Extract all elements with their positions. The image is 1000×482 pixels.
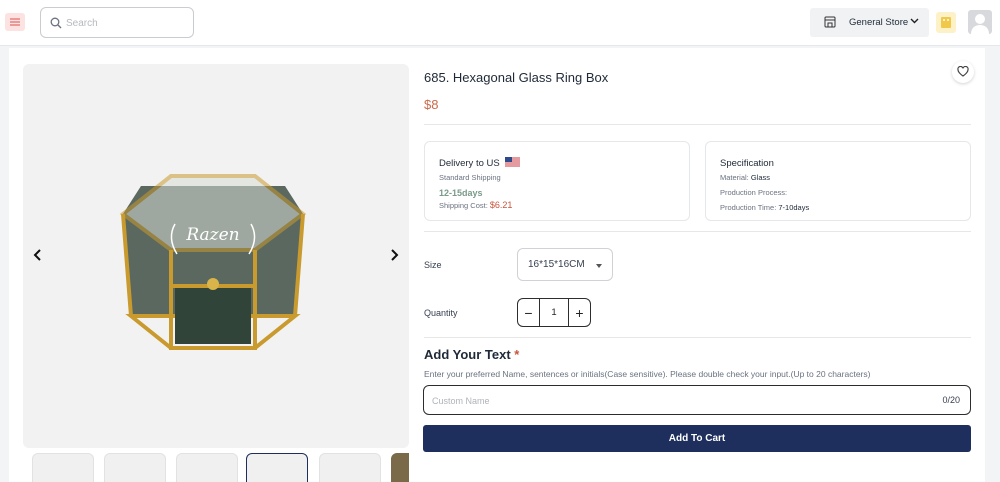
- custom-text-title: Add Your Text *: [424, 347, 520, 362]
- thumbnail[interactable]: [104, 453, 166, 482]
- shipping-method: Standard Shipping: [439, 173, 501, 182]
- thumbnail[interactable]: [176, 453, 238, 482]
- chevron-right-icon[interactable]: [387, 248, 401, 262]
- increment-button[interactable]: +: [568, 299, 590, 326]
- chevron-left-icon[interactable]: [31, 248, 45, 262]
- add-to-cart-button[interactable]: Add To Cart: [423, 425, 971, 452]
- character-counter: 0/20: [942, 395, 960, 405]
- product-title: 685. Hexagonal Glass Ring Box: [424, 70, 609, 85]
- thumbnail[interactable]: [391, 453, 409, 482]
- custom-name-field: 0/20: [423, 385, 971, 415]
- size-select[interactable]: 16*15*16CM: [517, 248, 613, 281]
- caret-down-icon: [596, 264, 602, 268]
- size-value: 16*15*16CM: [528, 259, 585, 270]
- process-row: Production Process:: [720, 188, 788, 197]
- avatar[interactable]: [968, 10, 992, 34]
- store-icon: [824, 16, 836, 28]
- heart-icon: [957, 66, 969, 77]
- quantity-label: Quantity: [424, 308, 458, 318]
- search-icon: [50, 17, 62, 29]
- search-box: [40, 7, 194, 38]
- store-selector[interactable]: General Store: [810, 8, 929, 37]
- product-price: $8: [424, 97, 439, 112]
- custom-name-input[interactable]: [432, 393, 912, 409]
- decrement-button[interactable]: −: [518, 299, 540, 326]
- size-label: Size: [424, 260, 442, 270]
- material-row: Material: Glass: [720, 173, 771, 182]
- quantity-value[interactable]: 1: [540, 299, 568, 326]
- required-mark: *: [514, 347, 520, 362]
- store-label: General Store: [849, 17, 909, 28]
- thumbnail-strip: [23, 453, 409, 482]
- user-icon: [971, 14, 989, 34]
- divider: [424, 231, 971, 232]
- us-flag-icon: [505, 157, 520, 167]
- thumbnail-active[interactable]: [246, 453, 308, 482]
- thumbnail[interactable]: [319, 453, 381, 482]
- divider: [424, 337, 971, 338]
- specification-box: Specification Material: Glass Production…: [705, 141, 971, 221]
- delivery-box: Delivery to US Standard Shipping 12-15da…: [424, 141, 690, 221]
- delivery-title: Delivery to US: [439, 158, 500, 169]
- quantity-stepper: − 1 +: [517, 298, 591, 327]
- divider: [424, 124, 971, 125]
- cart-button[interactable]: [936, 12, 956, 33]
- thumbnail[interactable]: [32, 453, 94, 482]
- specification-title: Specification: [720, 158, 774, 169]
- top-bar: General Store: [0, 0, 1000, 46]
- search-input[interactable]: [66, 14, 186, 32]
- menu-icon[interactable]: [5, 13, 25, 31]
- engraving-text: Razen: [185, 225, 239, 245]
- time-row: Production Time: 7-10days: [720, 203, 810, 212]
- shipping-cost: Shipping Cost: $6.21: [439, 200, 513, 210]
- cart-icon: [941, 17, 951, 28]
- delivery-days: 12-15days: [439, 188, 483, 198]
- chevron-down-icon: [910, 18, 919, 24]
- favorite-button[interactable]: [952, 61, 974, 83]
- product-image: Razen: [23, 64, 409, 448]
- custom-text-hint: Enter your preferred Name, sentences or …: [424, 369, 871, 379]
- shipping-cost-value: $6.21: [489, 200, 513, 210]
